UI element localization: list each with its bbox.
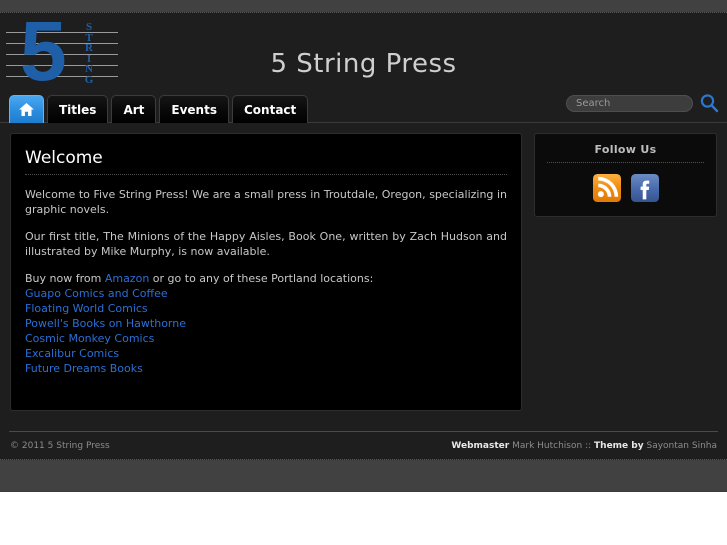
page-title: Welcome — [25, 148, 507, 175]
nav-item-titles[interactable]: Titles — [47, 95, 109, 123]
first-title-paragraph: Our first title, The Minions of the Happ… — [25, 230, 507, 258]
store-link[interactable]: Excalibur Comics — [25, 346, 507, 361]
copyright-year: 2011 — [21, 440, 45, 451]
footer-credits: Webmaster Mark Hutchison :: Theme by Say… — [451, 441, 717, 451]
store-link[interactable]: Powell's Books on Hawthorne — [25, 316, 507, 331]
amazon-link[interactable]: Amazon — [105, 272, 149, 285]
buy-paragraph: Buy now from Amazon or go to any of thes… — [25, 271, 507, 286]
site-header: 5 S T R I N G 5 String Press — [0, 13, 727, 93]
site-container: 5 S T R I N G 5 String Press Titles Art … — [0, 12, 727, 460]
sidebar: Follow Us — [534, 133, 717, 217]
site-title: 5 String Press — [270, 49, 457, 79]
buy-suffix: or go to any of these Portland locations… — [149, 272, 374, 285]
nav-item-home[interactable] — [9, 95, 44, 123]
home-icon — [19, 103, 34, 116]
search-icon[interactable] — [699, 93, 719, 113]
widget-title: Follow Us — [547, 143, 704, 163]
store-link[interactable]: Guapo Comics and Coffee — [25, 286, 507, 301]
buy-prefix: Buy now from — [25, 272, 105, 285]
store-link[interactable]: Floating World Comics — [25, 301, 507, 316]
theme-label: Theme by — [594, 440, 644, 451]
social-links — [547, 174, 704, 202]
rss-icon[interactable] — [592, 174, 621, 202]
nav-item-contact[interactable]: Contact — [231, 95, 309, 123]
search-area — [566, 93, 719, 113]
main-content: Welcome Welcome to Five String Press! We… — [10, 133, 522, 411]
search-input[interactable] — [566, 94, 693, 112]
intro-paragraph: Welcome to Five String Press! We are a s… — [25, 188, 507, 216]
nav-item-art[interactable]: Art — [111, 95, 157, 123]
facebook-icon[interactable] — [630, 174, 659, 202]
main-navigation: Titles Art Events Contact — [0, 89, 727, 123]
nav-item-events[interactable]: Events — [159, 95, 229, 123]
store-link[interactable]: Future Dreams Books — [25, 361, 507, 376]
webmaster-label: Webmaster — [451, 440, 510, 451]
copyright-name: 5 String Press — [47, 440, 110, 451]
body-area: Welcome Welcome to Five String Press! We… — [0, 123, 727, 426]
credits-separator: :: — [585, 440, 592, 451]
store-link[interactable]: Cosmic Monkey Comics — [25, 331, 507, 346]
copyright-symbol: © — [10, 440, 19, 451]
nav-items: Titles Art Events Contact — [9, 89, 309, 123]
store-list: Guapo Comics and Coffee Floating World C… — [25, 286, 507, 376]
copyright: © 2011 5 String Press — [10, 441, 110, 451]
logo-letter: S — [85, 21, 93, 33]
webmaster-name[interactable]: Mark Hutchison — [512, 441, 582, 451]
follow-us-widget: Follow Us — [534, 133, 717, 217]
theme-author[interactable]: Sayontan Sinha — [646, 441, 717, 451]
site-footer: © 2011 5 String Press Webmaster Mark Hut… — [0, 432, 727, 459]
